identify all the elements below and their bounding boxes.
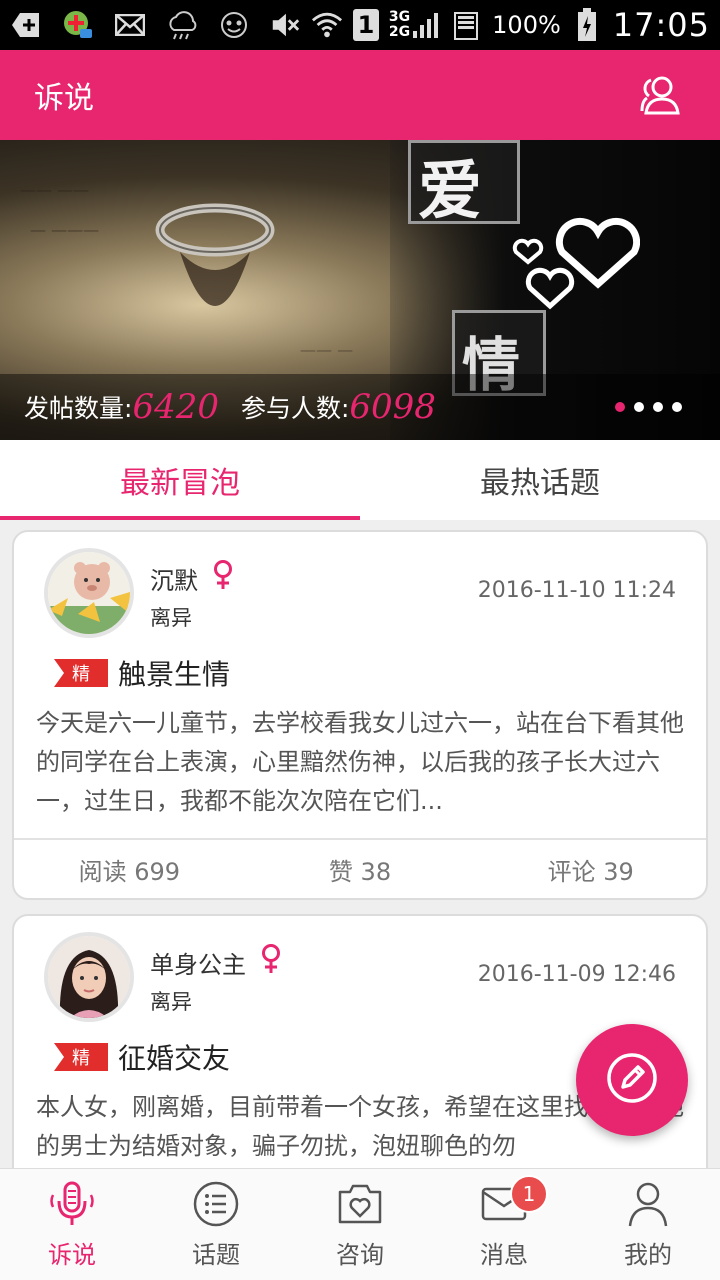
post-count-label: 发帖数量: [24, 394, 133, 423]
carousel-dot[interactable] [672, 402, 682, 412]
username[interactable]: 沉默 [150, 561, 198, 596]
signal-icon: 3G 2G [389, 10, 440, 40]
featured-badge: 精 [54, 1043, 108, 1071]
banner-texture: —— —— [20, 180, 90, 199]
status-right-icons: 1 3G 2G 100% 17:05 [269, 6, 710, 44]
nav-label: 话题 [192, 1241, 240, 1269]
participant-label: 参与人数: [240, 394, 350, 423]
nav-item-profile[interactable]: 我的 [576, 1169, 720, 1280]
status-bar: 1 3G 2G 100% 17:05 [0, 0, 720, 50]
bottom-navigation: 诉说 话题 咨询 1 消息 我的 [0, 1168, 720, 1280]
edit-icon [605, 1051, 659, 1109]
female-icon [212, 560, 234, 597]
user-status: 离异 [150, 606, 192, 630]
weather-icon [166, 10, 198, 40]
post-metrics: 阅读 699 赞 38 评论 39 [14, 838, 706, 898]
username-row: 沉默 [150, 560, 234, 597]
banner-char-love: 爱 [418, 154, 482, 229]
battery-percent: 100% [492, 11, 561, 39]
banner-texture: —— — [300, 340, 354, 359]
read-count: 阅读 699 [78, 857, 181, 886]
hearts-icon [512, 217, 640, 310]
username[interactable]: 单身公主 [150, 945, 246, 980]
nav-item-consult[interactable]: 咨询 [288, 1169, 432, 1280]
clock: 17:05 [612, 6, 710, 44]
app-screen: 1 3G 2G 100% 17:05 诉说 —— —— — ——— —— — 爱… [0, 0, 720, 1280]
comment-button[interactable]: 评论 39 [475, 840, 706, 898]
carousel-dot[interactable] [634, 402, 644, 412]
battery-status-icon [450, 10, 482, 40]
post-body[interactable]: 今天是六一儿童节，去学校看我女儿过六一，站在台下看其他的同学在台上表演，心里黯然… [14, 694, 706, 826]
avatar[interactable] [44, 932, 134, 1022]
post-header: 单身公主 离异 2016-11-09 12:46 [14, 916, 706, 1026]
page-title: 诉说 [34, 81, 94, 116]
post-header: 沉默 离异 2016-11-10 11:24 [14, 532, 706, 642]
mail-icon [114, 10, 146, 40]
carousel-dot[interactable] [615, 402, 625, 412]
post-title-row: 精 触景生情 [14, 642, 706, 694]
users-icon[interactable] [632, 68, 686, 122]
nav-item-messages[interactable]: 1 消息 [432, 1169, 576, 1280]
tab-hot-topics[interactable]: 最热话题 [360, 440, 720, 520]
like-button[interactable]: 赞 38 [245, 840, 476, 898]
sim-icon: 1 [352, 9, 379, 41]
post-title[interactable]: 征婚交友 [118, 1037, 230, 1077]
user-status: 离异 [150, 990, 192, 1014]
mute-icon [269, 10, 301, 40]
tab-latest[interactable]: 最新冒泡 [0, 440, 360, 520]
banner-stats-bar: 发帖数量: 6420 参与人数: 6098 [0, 374, 720, 440]
post-card[interactable]: 沉默 离异 2016-11-10 11:24 精 触景生情 今天是六一儿童节，去… [12, 530, 708, 900]
microphone-icon [47, 1179, 97, 1229]
list-icon [191, 1179, 241, 1229]
carousel-indicator [615, 402, 682, 412]
featured-badge: 精 [54, 659, 108, 687]
feed-tabs: 最新冒泡 最热话题 [0, 440, 720, 520]
female-icon [260, 944, 282, 981]
consult-icon [335, 1179, 385, 1229]
post-time: 2016-11-10 11:24 [477, 578, 676, 603]
battery-icon [571, 8, 603, 41]
nav-item-tell[interactable]: 诉说 [0, 1169, 144, 1280]
nav-label: 我的 [624, 1241, 672, 1269]
nav-label: 诉说 [48, 1241, 96, 1269]
compose-button[interactable] [576, 1024, 688, 1136]
face-icon [218, 10, 250, 40]
post-title[interactable]: 触景生情 [118, 653, 230, 693]
app-badge-icon [62, 10, 94, 40]
nav-label: 消息 [480, 1241, 528, 1269]
ring-image [155, 203, 275, 306]
person-icon [623, 1179, 673, 1229]
wifi-icon [311, 10, 343, 40]
app-header: 诉说 [0, 50, 720, 140]
add-icon [10, 10, 42, 40]
unread-badge: 1 [510, 1175, 548, 1213]
banner-texture: — ——— [30, 220, 100, 239]
banner-carousel[interactable]: —— —— — ——— —— — 爱 情 发帖数量: 6420 参与人数: 60… [0, 140, 720, 440]
signal-label-bottom: 2G [388, 24, 411, 40]
nav-label: 咨询 [336, 1241, 384, 1269]
status-left-icons [10, 10, 250, 40]
signal-label-top: 3G [388, 9, 411, 25]
nav-item-topics[interactable]: 话题 [144, 1169, 288, 1280]
carousel-dot[interactable] [653, 402, 663, 412]
participant-value: 6098 [349, 387, 436, 427]
post-time: 2016-11-09 12:46 [477, 962, 676, 987]
post-count-value: 6420 [132, 387, 219, 427]
username-row: 单身公主 [150, 944, 282, 981]
avatar[interactable] [44, 548, 134, 638]
